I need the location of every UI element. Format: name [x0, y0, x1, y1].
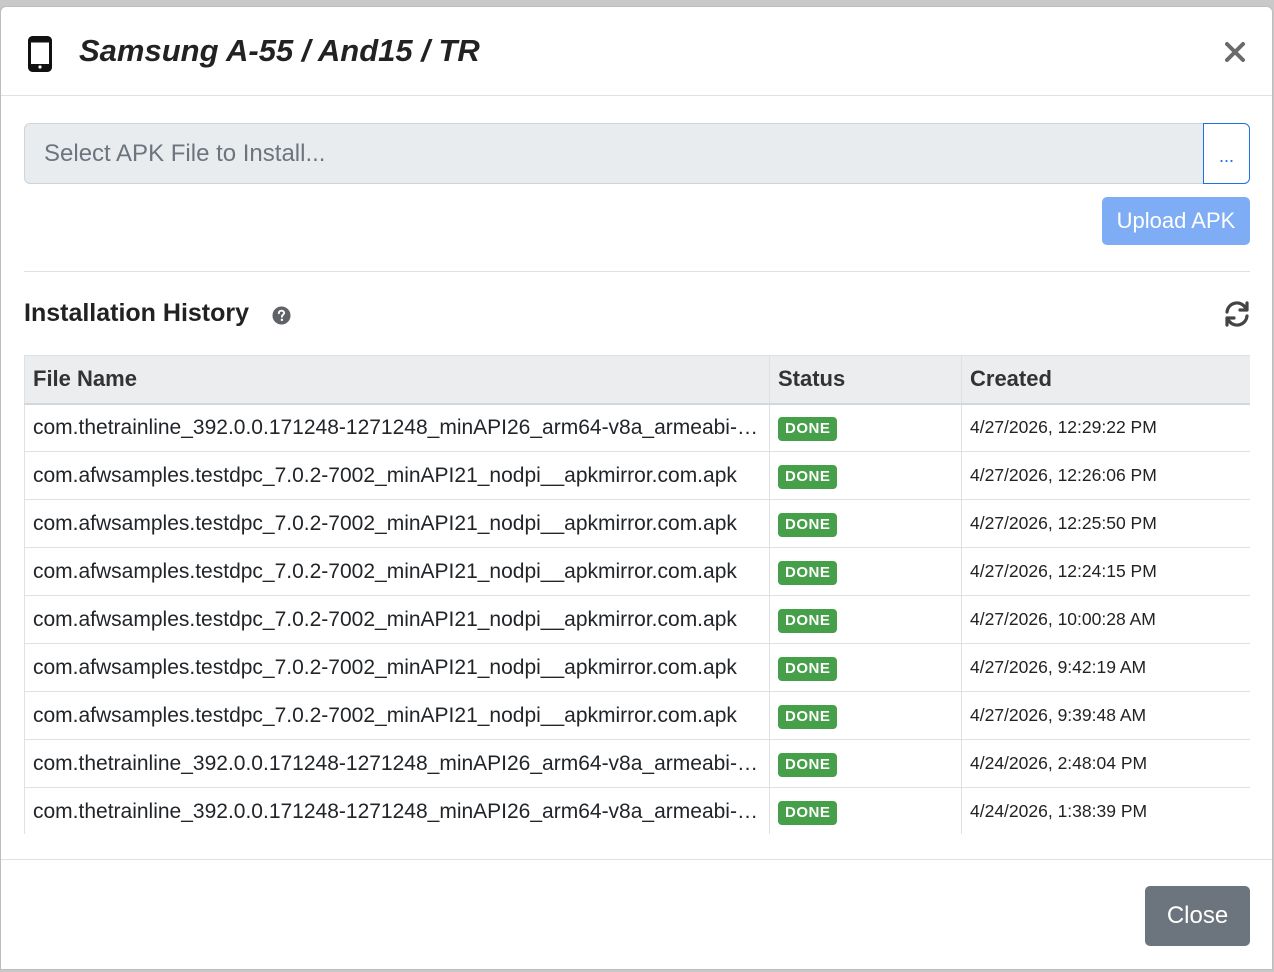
- phone-icon: [28, 36, 52, 72]
- column-header-file-name: File Name: [24, 355, 770, 405]
- status-cell: DONE: [769, 499, 962, 548]
- section-divider: [24, 271, 1250, 272]
- status-cell: DONE: [769, 403, 962, 452]
- installation-history-table: File Name Status Created com.thetrainlin…: [24, 355, 1250, 834]
- created-cell: 4/27/2026, 12:25:50 PM: [961, 499, 1250, 548]
- modal-header: Samsung A-55 / And15 / TR: [1, 7, 1272, 96]
- file-name-cell: com.afwsamples.testdpc_7.0.2-7002_minAPI…: [24, 595, 770, 644]
- status-badge: DONE: [778, 656, 838, 681]
- status-cell: DONE: [769, 595, 962, 644]
- close-button[interactable]: Close: [1145, 886, 1250, 946]
- table-row: com.afwsamples.testdpc_7.0.2-7002_minAPI…: [24, 499, 1250, 548]
- status-badge: DONE: [778, 704, 838, 729]
- status-badge: DONE: [778, 560, 838, 585]
- status-cell: DONE: [769, 451, 962, 500]
- close-icon[interactable]: [1220, 37, 1250, 67]
- created-cell: 4/27/2026, 12:26:06 PM: [961, 451, 1250, 500]
- column-header-status: Status: [769, 355, 962, 405]
- file-name-cell: com.afwsamples.testdpc_7.0.2-7002_minAPI…: [24, 547, 770, 596]
- apk-file-input[interactable]: Select APK File to Install...: [24, 123, 1204, 184]
- created-cell: 4/24/2026, 2:48:04 PM: [961, 739, 1250, 788]
- installation-history-title: Installation History: [24, 299, 250, 327]
- created-cell: 4/27/2026, 12:29:22 PM: [961, 403, 1250, 452]
- created-cell: 4/27/2026, 9:42:19 AM: [961, 643, 1250, 692]
- table-header-row: File Name Status Created: [24, 355, 1250, 405]
- created-cell: 4/27/2026, 12:24:15 PM: [961, 547, 1250, 596]
- status-cell: DONE: [769, 691, 962, 740]
- table-row: com.afwsamples.testdpc_7.0.2-7002_minAPI…: [24, 691, 1250, 740]
- table-row: com.thetrainline_392.0.0.171248-1271248_…: [24, 739, 1250, 788]
- created-cell: 4/27/2026, 9:39:48 AM: [961, 691, 1250, 740]
- modal-title: Samsung A-55 / And15 / TR: [79, 33, 480, 68]
- status-cell: DONE: [769, 643, 962, 692]
- table-row: com.afwsamples.testdpc_7.0.2-7002_minAPI…: [24, 451, 1250, 500]
- help-icon[interactable]: [272, 306, 291, 325]
- status-badge: DONE: [778, 608, 838, 633]
- status-badge: DONE: [778, 512, 838, 537]
- created-cell: 4/27/2026, 10:00:28 AM: [961, 595, 1250, 644]
- file-name-cell: com.afwsamples.testdpc_7.0.2-7002_minAPI…: [24, 691, 770, 740]
- table-row: com.thetrainline_392.0.0.171248-1271248_…: [24, 787, 1250, 834]
- refresh-icon[interactable]: [1222, 299, 1252, 329]
- status-badge: DONE: [778, 752, 838, 777]
- file-name-cell: com.thetrainline_392.0.0.171248-1271248_…: [24, 787, 770, 834]
- status-badge: DONE: [778, 800, 838, 825]
- upload-apk-button[interactable]: Upload APK: [1102, 197, 1250, 245]
- status-cell: DONE: [769, 547, 962, 596]
- file-name-cell: com.thetrainline_392.0.0.171248-1271248_…: [24, 739, 770, 788]
- file-name-cell: com.afwsamples.testdpc_7.0.2-7002_minAPI…: [24, 643, 770, 692]
- table-row: com.thetrainline_392.0.0.171248-1271248_…: [24, 403, 1250, 452]
- apk-file-picker: Select APK File to Install... ...: [24, 123, 1250, 184]
- file-name-cell: com.thetrainline_392.0.0.171248-1271248_…: [24, 403, 770, 452]
- install-apk-modal: Samsung A-55 / And15 / TR Select APK Fil…: [0, 6, 1273, 970]
- status-cell: DONE: [769, 739, 962, 788]
- table-row: com.afwsamples.testdpc_7.0.2-7002_minAPI…: [24, 643, 1250, 692]
- column-header-created: Created: [961, 355, 1250, 405]
- file-name-cell: com.afwsamples.testdpc_7.0.2-7002_minAPI…: [24, 499, 770, 548]
- status-badge: DONE: [778, 416, 838, 441]
- table-row: com.afwsamples.testdpc_7.0.2-7002_minAPI…: [24, 547, 1250, 596]
- table-row: com.afwsamples.testdpc_7.0.2-7002_minAPI…: [24, 595, 1250, 644]
- browse-button[interactable]: ...: [1203, 123, 1250, 184]
- status-cell: DONE: [769, 787, 962, 834]
- modal-footer: Close: [1, 859, 1272, 969]
- created-cell: 4/24/2026, 1:38:39 PM: [961, 787, 1250, 834]
- status-badge: DONE: [778, 464, 838, 489]
- file-name-cell: com.afwsamples.testdpc_7.0.2-7002_minAPI…: [24, 451, 770, 500]
- installation-history-table-wrap[interactable]: File Name Status Created com.thetrainlin…: [24, 355, 1250, 834]
